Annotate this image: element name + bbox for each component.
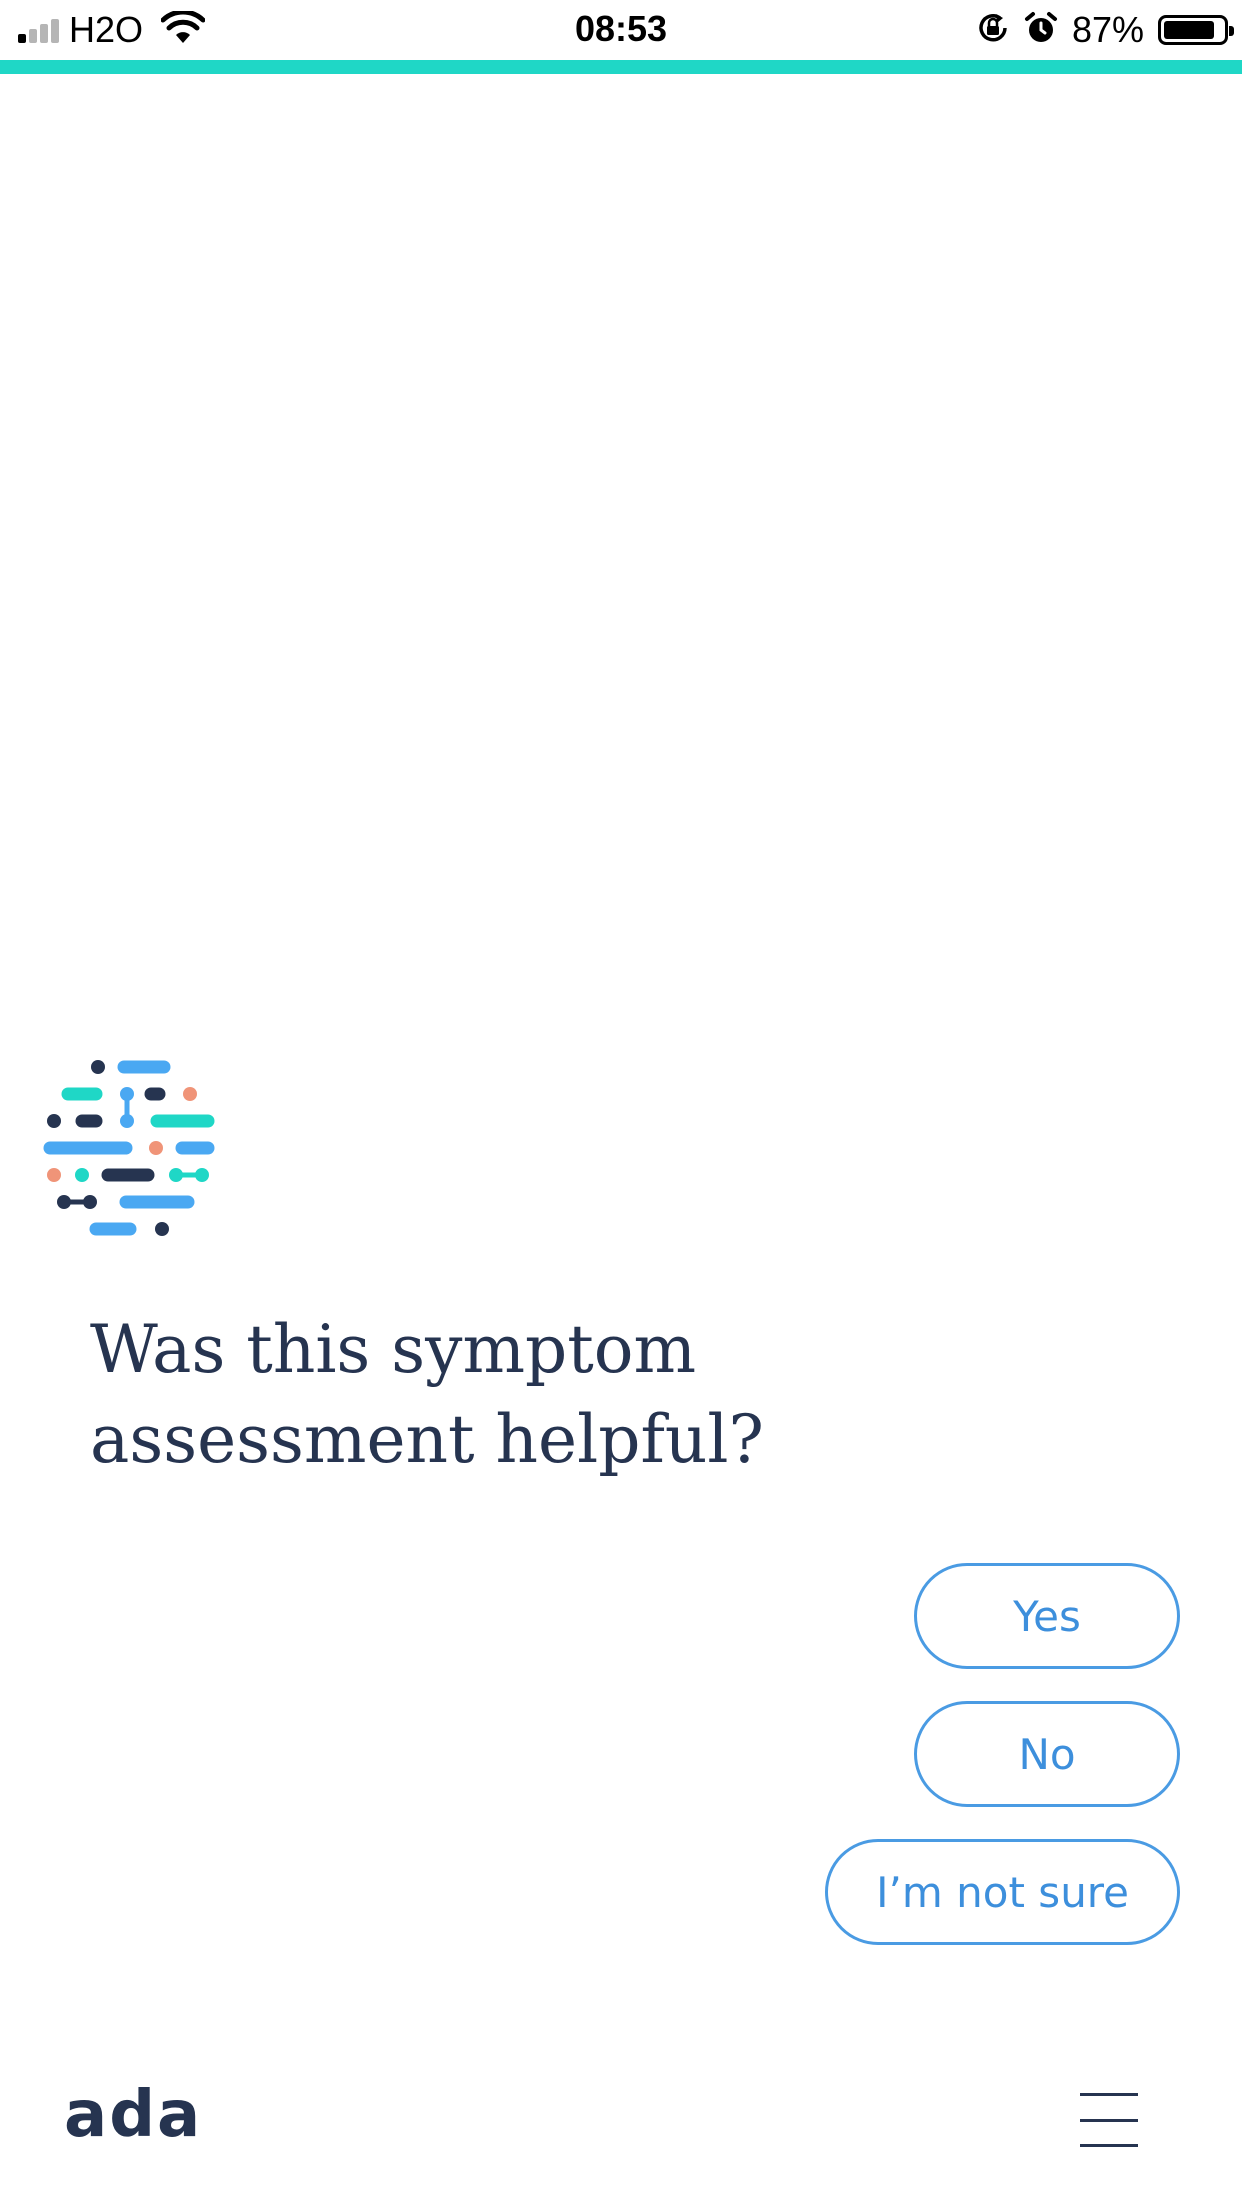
menu-line [1080, 2093, 1138, 2096]
status-bar-right: 87% [976, 9, 1234, 50]
ada-wordmark-logo[interactable]: ada [64, 2080, 202, 2150]
answer-yes-button[interactable]: Yes [914, 1563, 1180, 1669]
battery-cap [1229, 26, 1234, 36]
answer-not-sure-button[interactable]: I’m not sure [825, 1839, 1180, 1945]
answer-no-button[interactable]: No [914, 1701, 1180, 1807]
assessment-progress-fill [0, 60, 1242, 74]
ada-logo-mark-icon [40, 1050, 230, 1240]
answer-options: Yes No I’m not sure [825, 1563, 1180, 1945]
assessment-question: Was this symptom assessment helpful? [90, 1311, 764, 1478]
orientation-lock-icon [976, 11, 1010, 49]
menu-line [1080, 2144, 1138, 2147]
battery-level-fill [1164, 21, 1215, 39]
status-bar: H2O 08:53 87% [0, 0, 1242, 60]
assessment-progress-bar [0, 60, 1242, 74]
battery-percent: 87% [1071, 9, 1144, 50]
alarm-icon [1024, 11, 1058, 49]
hamburger-menu-icon[interactable] [1080, 2093, 1138, 2147]
battery-icon [1158, 15, 1234, 45]
menu-line [1080, 2118, 1138, 2122]
